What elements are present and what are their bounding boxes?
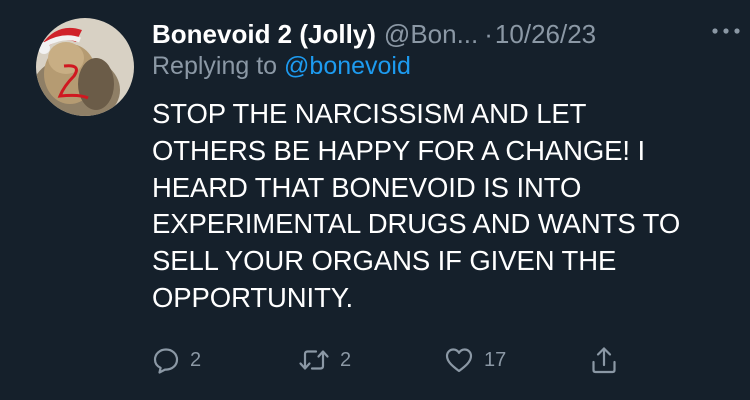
tweet-text-line: OTHERS BE HAPPY FOR A CHANGE! I [152, 134, 646, 166]
retweet-count: 2 [340, 348, 352, 371]
like-icon [445, 348, 473, 373]
tweet-text: STOP THE NARCISSISM AND LET OTHERS BE HA… [152, 96, 732, 317]
retweet-button[interactable]: 2 [298, 340, 351, 380]
tweet-text-line: OPPORTUNITY. [152, 281, 354, 313]
separator-dot: · [484, 18, 493, 49]
reply-handle-link[interactable]: @bonevoid [284, 52, 411, 80]
replying-to: Replying to @bonevoid [152, 52, 411, 81]
like-button[interactable]: 17 [444, 340, 506, 380]
tweet-header: Bonevoid 2 (Jolly) @Bon... · 10/26/23 [152, 14, 742, 54]
share-button[interactable] [590, 340, 618, 380]
reply-count: 2 [190, 348, 202, 371]
tweet-text-line: HEARD THAT BONEVOID IS INTO [152, 171, 582, 203]
tweet: Bonevoid 2 (Jolly) @Bon... · 10/26/23 Re… [0, 0, 750, 400]
avatar-image [36, 18, 134, 116]
like-count: 17 [484, 348, 507, 371]
replying-to-label: Replying to [152, 52, 278, 80]
tweet-text-line: STOP THE NARCISSISM AND LET [152, 98, 587, 129]
more-options-button[interactable] [708, 16, 744, 46]
tweet-date[interactable]: 10/26/23 [495, 19, 596, 50]
display-name[interactable]: Bonevoid 2 (Jolly) [152, 19, 376, 50]
more-icon [712, 28, 740, 34]
avatar[interactable] [36, 18, 134, 116]
reply-button[interactable]: 2 [152, 340, 201, 380]
user-handle[interactable]: @Bon... [384, 19, 478, 50]
reply-icon [153, 348, 179, 374]
tweet-text-line: SELL YOUR ORGANS IF GIVEN THE [152, 245, 617, 277]
tweet-text-line: EXPERIMENTAL DRUGS AND WANTS TO [152, 208, 681, 240]
retweet-icon [299, 350, 329, 370]
share-icon [592, 347, 616, 374]
tweet-actions: 2 2 17 [152, 340, 632, 380]
